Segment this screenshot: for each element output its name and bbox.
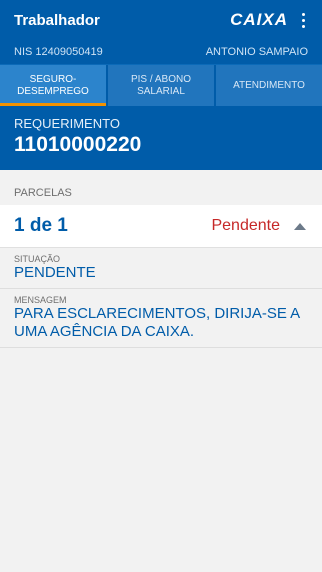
- app-title: Trabalhador: [14, 11, 100, 29]
- parcelas-label: PARCELAS: [14, 187, 72, 199]
- app-bar: Trabalhador CAIXA: [0, 0, 322, 40]
- collapse-caret-icon[interactable]: [294, 222, 306, 230]
- parcela-status: Pendente: [211, 217, 280, 234]
- parcela-row[interactable]: 1 de 1 Pendente: [0, 205, 322, 248]
- brand-area: CAIXA: [230, 10, 310, 30]
- situacao-block: SITUAÇÃO PENDENTE: [0, 248, 322, 289]
- overflow-menu-icon[interactable]: [296, 12, 310, 28]
- situacao-label: SITUAÇÃO: [14, 254, 61, 264]
- tab-bar: SEGURO- DESEMPREGO PIS / ABONO SALARIAL AT…: [0, 64, 322, 106]
- requerimento-panel: REQUERIMENTO 11010000220: [0, 106, 322, 170]
- tab-seguro-desemprego[interactable]: SEGURO- DESEMPREGO: [0, 65, 106, 106]
- user-name: ANTONIO SAMPAIO: [205, 46, 308, 58]
- mensagem-value: PARA ESCLARECIMENTOS, DIRIJA-SE A UMA AG…: [14, 305, 300, 340]
- parcela-count: 1 de 1: [14, 215, 68, 236]
- caixa-logo: CAIXA: [230, 10, 288, 29]
- user-info-bar: NIS 12409050419 ANTONIO SAMPAIO: [0, 40, 322, 64]
- requerimento-label: REQUERIMENTO: [14, 116, 120, 131]
- tab-pis-abono-salarial[interactable]: PIS / ABONO SALARIAL: [108, 65, 214, 106]
- requerimento-number: 11010000220: [14, 133, 142, 156]
- mensagem-label: MENSAGEM: [14, 295, 67, 305]
- tab-atendimento[interactable]: ATENDIMENTO: [216, 65, 322, 106]
- mensagem-block: MENSAGEM PARA ESCLARECIMENTOS, DIRIJA-SE…: [0, 289, 322, 348]
- parcela-status-group: Pendente: [211, 217, 306, 235]
- nis-number: NIS 12409050419: [14, 46, 103, 58]
- situacao-value: PENDENTE: [14, 264, 96, 281]
